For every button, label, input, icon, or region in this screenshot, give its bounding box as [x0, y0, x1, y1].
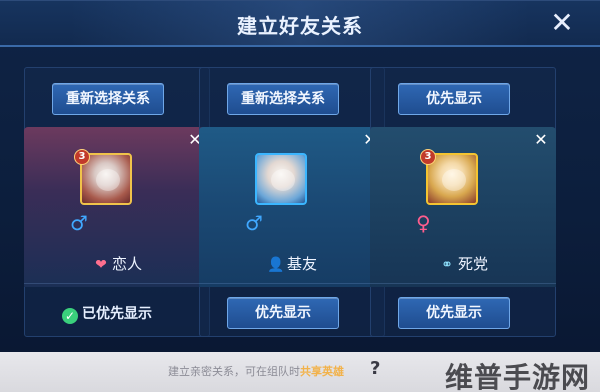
card-close-icon[interactable]: ✕	[532, 131, 550, 149]
relation-label-row: 👤 基友	[199, 253, 385, 274]
relation-label: 基友	[286, 255, 317, 273]
avatar-face	[442, 169, 466, 191]
relation-label-row: ❤ 恋人	[24, 253, 210, 274]
priority-status-label: 已优先显示	[82, 306, 152, 322]
footer-hint: 建立亲密关系，可在组队时共享英雄	[168, 363, 344, 379]
help-icon[interactable]: ?	[370, 358, 380, 379]
female-icon: ♀	[416, 211, 431, 235]
friend-avatar[interactable]: 3	[420, 149, 478, 205]
divider	[24, 283, 210, 284]
relationship-column-lover: 重新选择关系 ✕ 3 ♂ ❤ 恋人 ✓ 已优先显示	[24, 67, 210, 337]
check-icon: ✓	[62, 308, 78, 324]
reselect-relationship-button[interactable]: 重新选择关系	[227, 83, 339, 115]
heart-icon: ❤	[95, 257, 107, 273]
friend-avatar[interactable]: 3	[74, 149, 132, 205]
male-icon: ♂	[245, 211, 263, 235]
person-icon: 👤	[267, 257, 285, 273]
priority-display-button[interactable]: 优先显示	[398, 297, 510, 329]
friend-avatar[interactable]	[255, 153, 307, 205]
dialog-title: 建立好友关系	[237, 14, 363, 38]
relation-label: 死党	[457, 255, 488, 273]
relation-label-row: ⚭ 死党	[370, 253, 556, 274]
tie-icon: ⚭	[441, 257, 453, 273]
level-badge: 3	[420, 149, 436, 165]
footer-hint-prefix: 建立亲密关系，可在组队时	[168, 365, 300, 378]
divider	[370, 283, 556, 284]
male-icon: ♂	[70, 211, 88, 235]
footer-bar: 建立亲密关系，可在组队时共享英雄 ? 维普手游网	[0, 352, 600, 392]
priority-status: ✓ 已优先显示	[62, 303, 152, 324]
level-badge: 3	[74, 149, 90, 165]
relationship-column-dead: 优先显示 ✕ 3 ♀ ⚭ 死党 优先显示	[370, 67, 556, 337]
avatar-face	[271, 169, 295, 191]
relation-label: 恋人	[111, 255, 142, 273]
priority-display-top-button[interactable]: 优先显示	[398, 83, 510, 115]
close-icon[interactable]: ✕	[546, 5, 578, 41]
priority-display-button[interactable]: 优先显示	[227, 297, 339, 329]
reselect-relationship-button[interactable]: 重新选择关系	[52, 83, 164, 115]
relationship-column-bestie: 重新选择关系 ✕ ♂ 👤基友 优先显示	[199, 67, 385, 337]
footer-hint-highlight: 共享英雄	[300, 365, 344, 378]
divider	[199, 283, 385, 284]
avatar-face	[96, 169, 120, 191]
watermark-text: 维普手游网	[444, 361, 590, 392]
relationship-dialog: 建立好友关系 ✕ 重新选择关系 ✕ 3 ♂ ❤ 恋人 ✓ 已优先显示 重新选择关系 …	[0, 0, 600, 352]
dialog-header: 建立好友关系 ✕	[0, 1, 600, 47]
